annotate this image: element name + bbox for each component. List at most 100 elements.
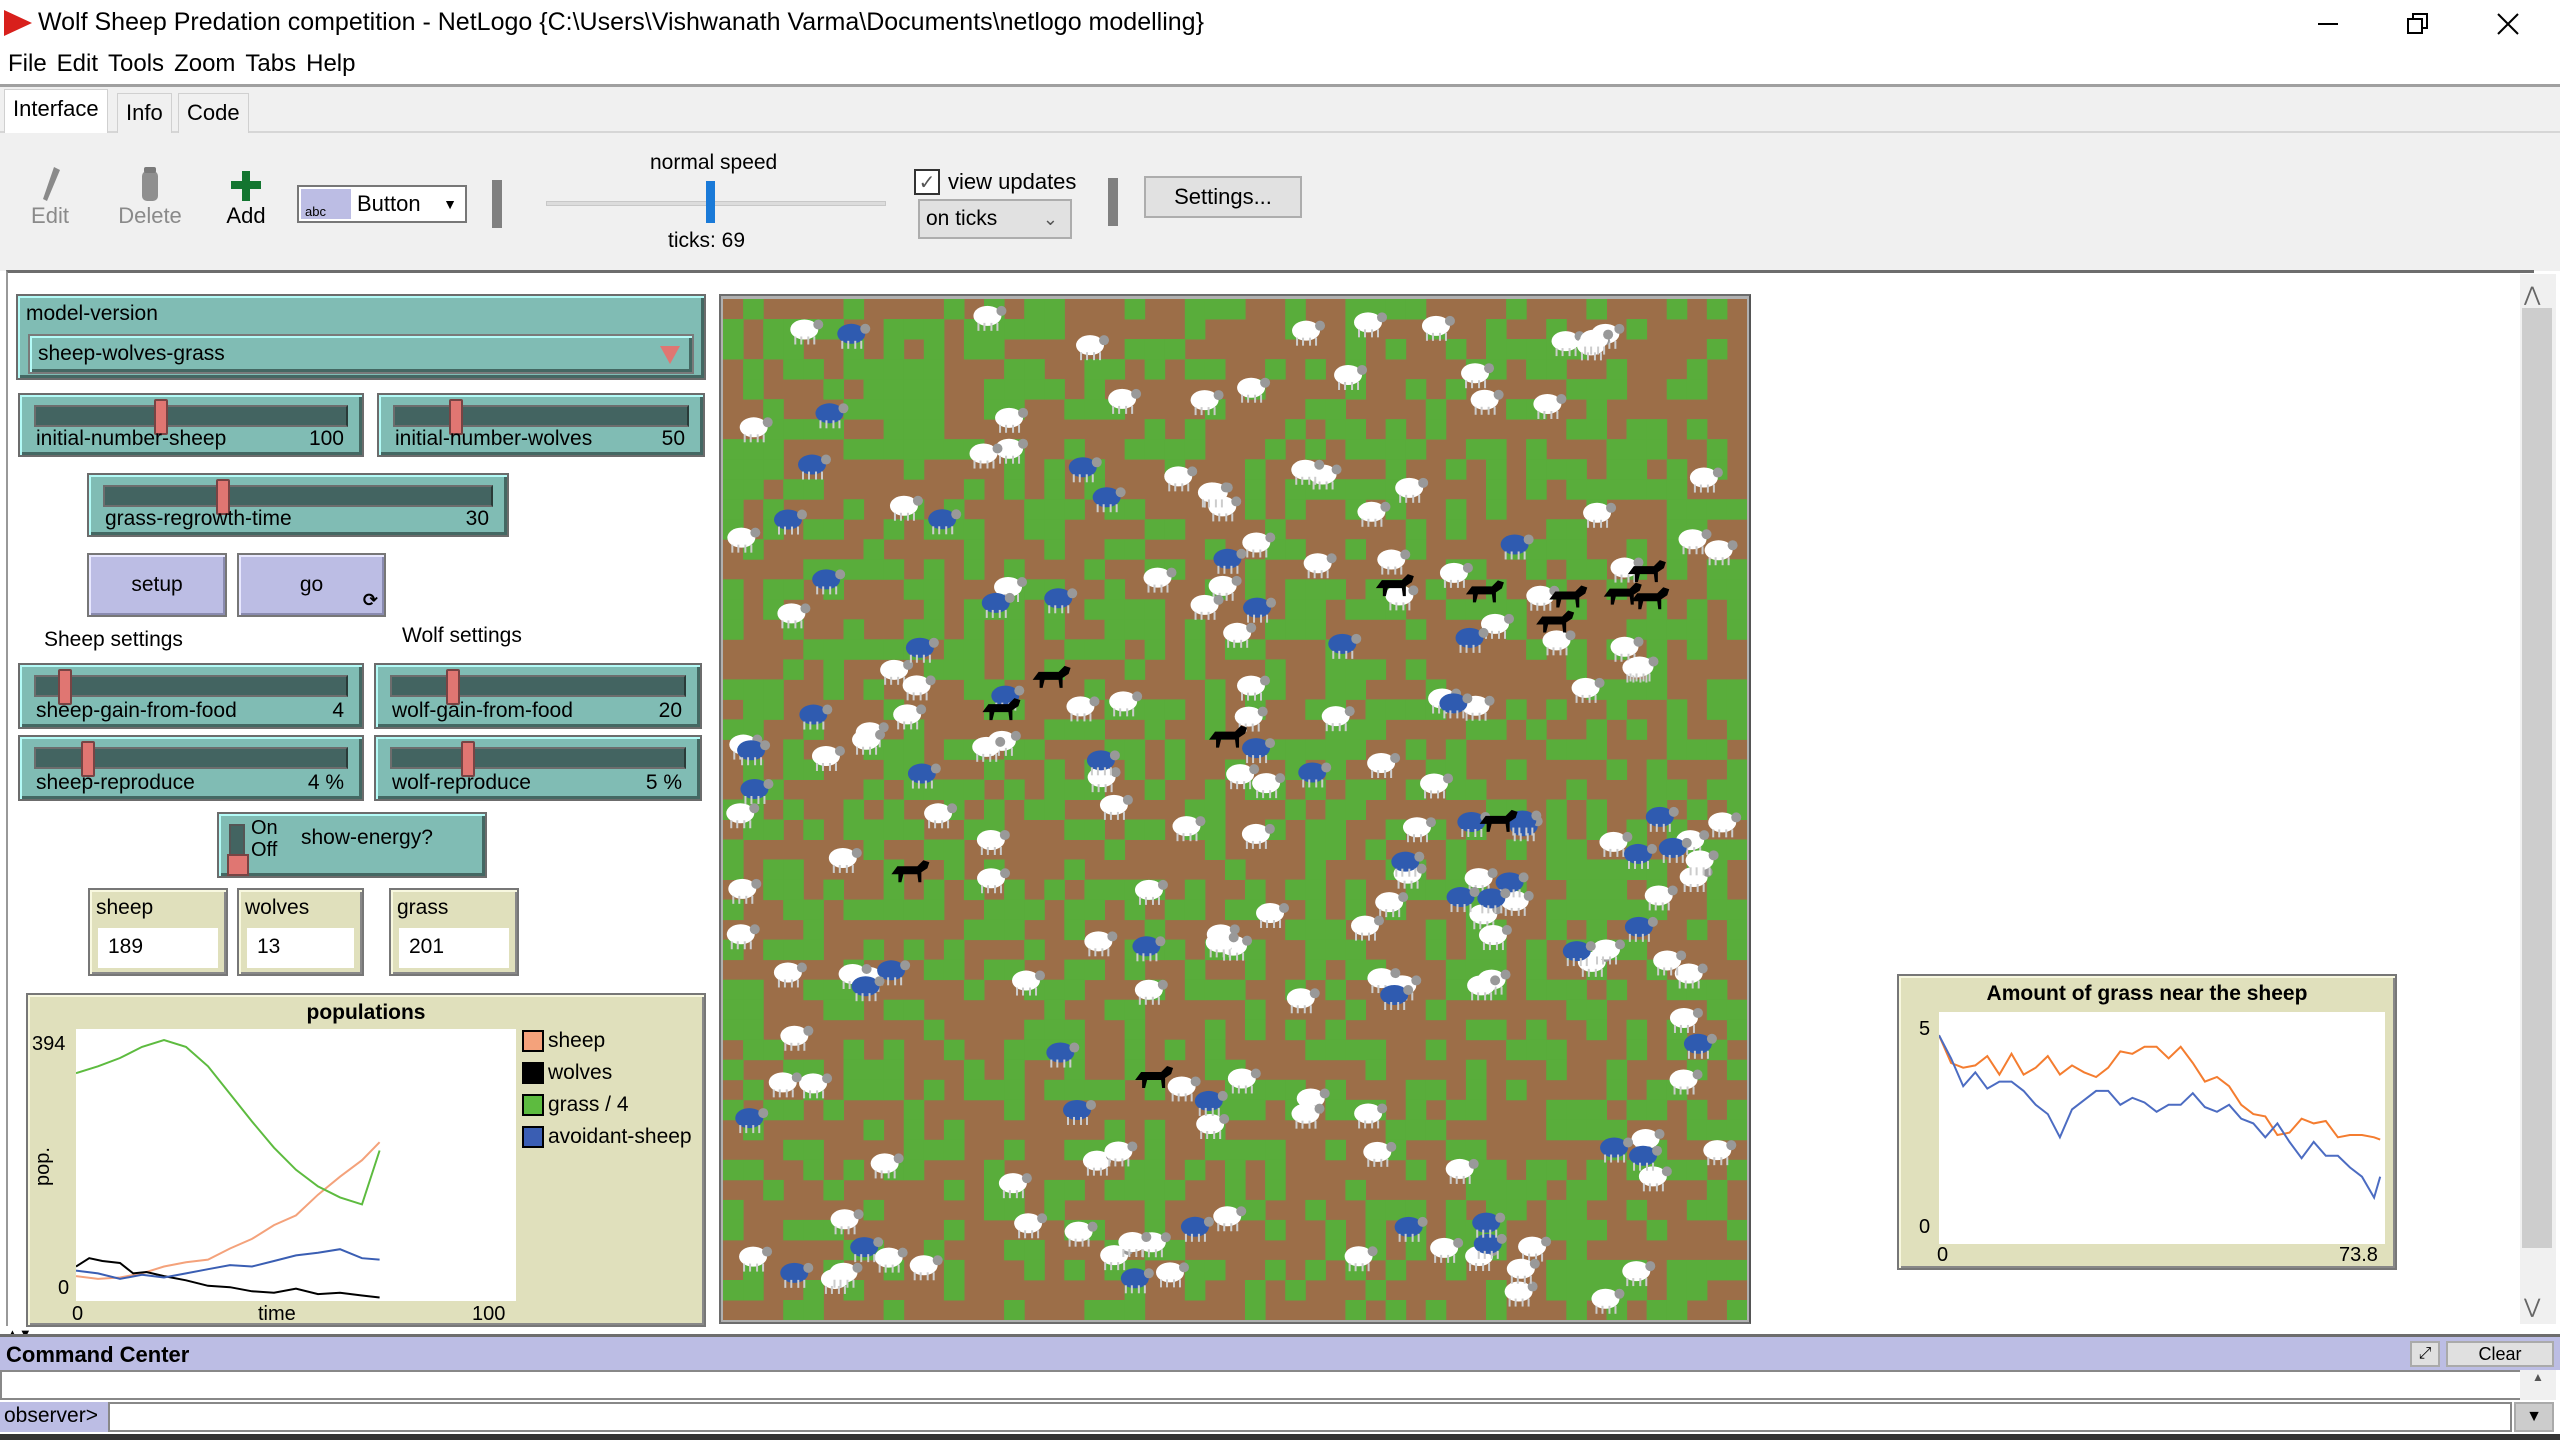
delete-button[interactable]: Delete bbox=[110, 163, 190, 229]
menu-file[interactable]: File bbox=[8, 48, 57, 84]
grass-patch bbox=[1164, 439, 1186, 460]
slider-track[interactable] bbox=[390, 747, 686, 769]
initial-number-sheep-slider[interactable]: initial-number-sheep 100 bbox=[18, 393, 364, 457]
output-scrollbar[interactable]: ▲ bbox=[2520, 1370, 2556, 1400]
grass-patch bbox=[1646, 479, 1668, 500]
grass-patch bbox=[1124, 659, 1146, 680]
grass-patch bbox=[1606, 679, 1628, 700]
grass-patch bbox=[1144, 1179, 1166, 1201]
grass-patch bbox=[1004, 379, 1025, 400]
menu-edit[interactable]: Edit bbox=[57, 48, 108, 84]
widget-type-select[interactable]: abc Button ▼ bbox=[297, 185, 467, 223]
grass-patch bbox=[943, 1219, 965, 1241]
scrollbar-thumb[interactable] bbox=[2522, 308, 2552, 1248]
setup-button[interactable]: setup bbox=[87, 553, 227, 617]
grass-patch bbox=[1465, 779, 1487, 800]
grass-patch bbox=[1546, 1199, 1567, 1221]
grass-patch bbox=[1184, 439, 1206, 460]
world-view[interactable] bbox=[723, 299, 1747, 1320]
scroll-up-icon[interactable]: ⋀ bbox=[2524, 282, 2540, 307]
expand-button[interactable]: ⤢ bbox=[2410, 1341, 2440, 1367]
grass-patch bbox=[743, 979, 764, 1001]
slider-track[interactable] bbox=[103, 485, 493, 507]
command-output-area[interactable] bbox=[0, 1370, 2528, 1400]
update-mode-select[interactable]: on ticks ⌄ bbox=[918, 199, 1072, 239]
close-button[interactable] bbox=[2462, 0, 2554, 48]
go-label: go bbox=[299, 573, 324, 596]
world-canvas[interactable] bbox=[723, 299, 1747, 1320]
speed-slider-thumb[interactable] bbox=[706, 181, 715, 223]
grass-patch bbox=[1024, 319, 1045, 340]
slider-track[interactable] bbox=[34, 675, 348, 697]
grass-patch bbox=[883, 379, 905, 400]
wolf-reproduce-slider[interactable]: wolf-reproduce 5 % bbox=[374, 735, 702, 801]
grass-patch bbox=[1365, 779, 1387, 800]
grass-patch bbox=[1445, 859, 1467, 880]
grass-patch bbox=[743, 699, 764, 720]
chooser-value-box[interactable]: sheep-wolves-grass bbox=[28, 334, 694, 374]
menu-tabs[interactable]: Tabs bbox=[245, 48, 306, 84]
slider-track[interactable] bbox=[393, 405, 689, 427]
grass-patch bbox=[763, 319, 784, 340]
restore-button[interactable] bbox=[2372, 0, 2464, 48]
grass-patch bbox=[1486, 319, 1507, 340]
tab-code[interactable]: Code bbox=[178, 93, 249, 133]
model-version-chooser[interactable]: model-version sheep-wolves-grass bbox=[16, 294, 706, 380]
grass-patch bbox=[1566, 1259, 1587, 1281]
grass-patch bbox=[883, 999, 905, 1021]
minimize-button[interactable] bbox=[2282, 0, 2374, 48]
edit-button[interactable]: Edit bbox=[20, 163, 80, 229]
grass-patch bbox=[1506, 299, 1527, 320]
grass-patch bbox=[1586, 479, 1607, 500]
grass-patch bbox=[1104, 619, 1126, 640]
go-button[interactable]: go ⟳ bbox=[237, 553, 386, 617]
switch-knob[interactable] bbox=[227, 854, 249, 876]
clear-button[interactable]: Clear bbox=[2446, 1341, 2554, 1367]
grass-patch bbox=[1144, 699, 1166, 720]
tab-info[interactable]: Info bbox=[117, 93, 172, 133]
agent-type-selector[interactable]: observer> bbox=[0, 1402, 108, 1432]
grass-patch bbox=[903, 359, 925, 380]
grass-patch bbox=[1064, 959, 1085, 981]
settings-button[interactable]: Settings... bbox=[1144, 176, 1302, 218]
grass-patch bbox=[1285, 799, 1306, 820]
slider-label: grass-regrowth-time bbox=[105, 507, 292, 530]
show-energy-switch[interactable]: On Off show-energy? bbox=[217, 812, 487, 878]
sheep-gain-from-food-slider[interactable]: sheep-gain-from-food 4 bbox=[18, 663, 364, 729]
grass-patch bbox=[1566, 519, 1587, 540]
slider-track[interactable] bbox=[34, 405, 348, 427]
add-button[interactable]: Add bbox=[216, 163, 276, 229]
sheep-agent bbox=[811, 746, 845, 772]
grass-patch bbox=[1305, 859, 1326, 880]
tab-interface[interactable]: Interface bbox=[4, 89, 108, 133]
menu-zoom[interactable]: Zoom bbox=[174, 48, 245, 84]
grass-patch bbox=[1325, 419, 1346, 440]
grass-patch bbox=[1385, 699, 1407, 720]
grass-patch bbox=[1546, 819, 1567, 840]
chooser-label: model-version bbox=[26, 302, 158, 325]
grass-patch bbox=[1004, 459, 1025, 480]
view-updates-checkbox[interactable]: ✓ bbox=[914, 169, 940, 195]
history-dropdown-button[interactable]: ▼ bbox=[2514, 1402, 2554, 1432]
slider-track[interactable] bbox=[390, 675, 686, 697]
sheep-reproduce-slider[interactable]: sheep-reproduce 4 % bbox=[18, 735, 364, 801]
tab-strip: Interface Info Code bbox=[0, 87, 2560, 133]
grass-regrowth-time-slider[interactable]: grass-regrowth-time 30 bbox=[87, 473, 509, 537]
grass-patch bbox=[1726, 1059, 1747, 1081]
grass-patch bbox=[1486, 479, 1507, 500]
grass-patch bbox=[1204, 1059, 1226, 1081]
sheep-agent bbox=[1353, 312, 1387, 338]
grass-patch bbox=[743, 1159, 764, 1181]
wolf-gain-from-food-slider[interactable]: wolf-gain-from-food 20 bbox=[374, 663, 702, 729]
grass-patch bbox=[1686, 599, 1708, 620]
speed-slider-track[interactable] bbox=[546, 201, 886, 206]
initial-number-wolves-slider[interactable]: initial-number-wolves 50 bbox=[377, 393, 705, 457]
menu-tools[interactable]: Tools bbox=[108, 48, 174, 84]
menu-help[interactable]: Help bbox=[306, 48, 365, 84]
grass-patch bbox=[1365, 659, 1387, 680]
command-input[interactable] bbox=[108, 1402, 2512, 1432]
scroll-down-icon[interactable]: ⋁ bbox=[2524, 1294, 2540, 1319]
grass-patch bbox=[1104, 639, 1126, 660]
sheep-agent bbox=[1504, 1281, 1538, 1307]
grass-patch bbox=[1124, 899, 1146, 921]
